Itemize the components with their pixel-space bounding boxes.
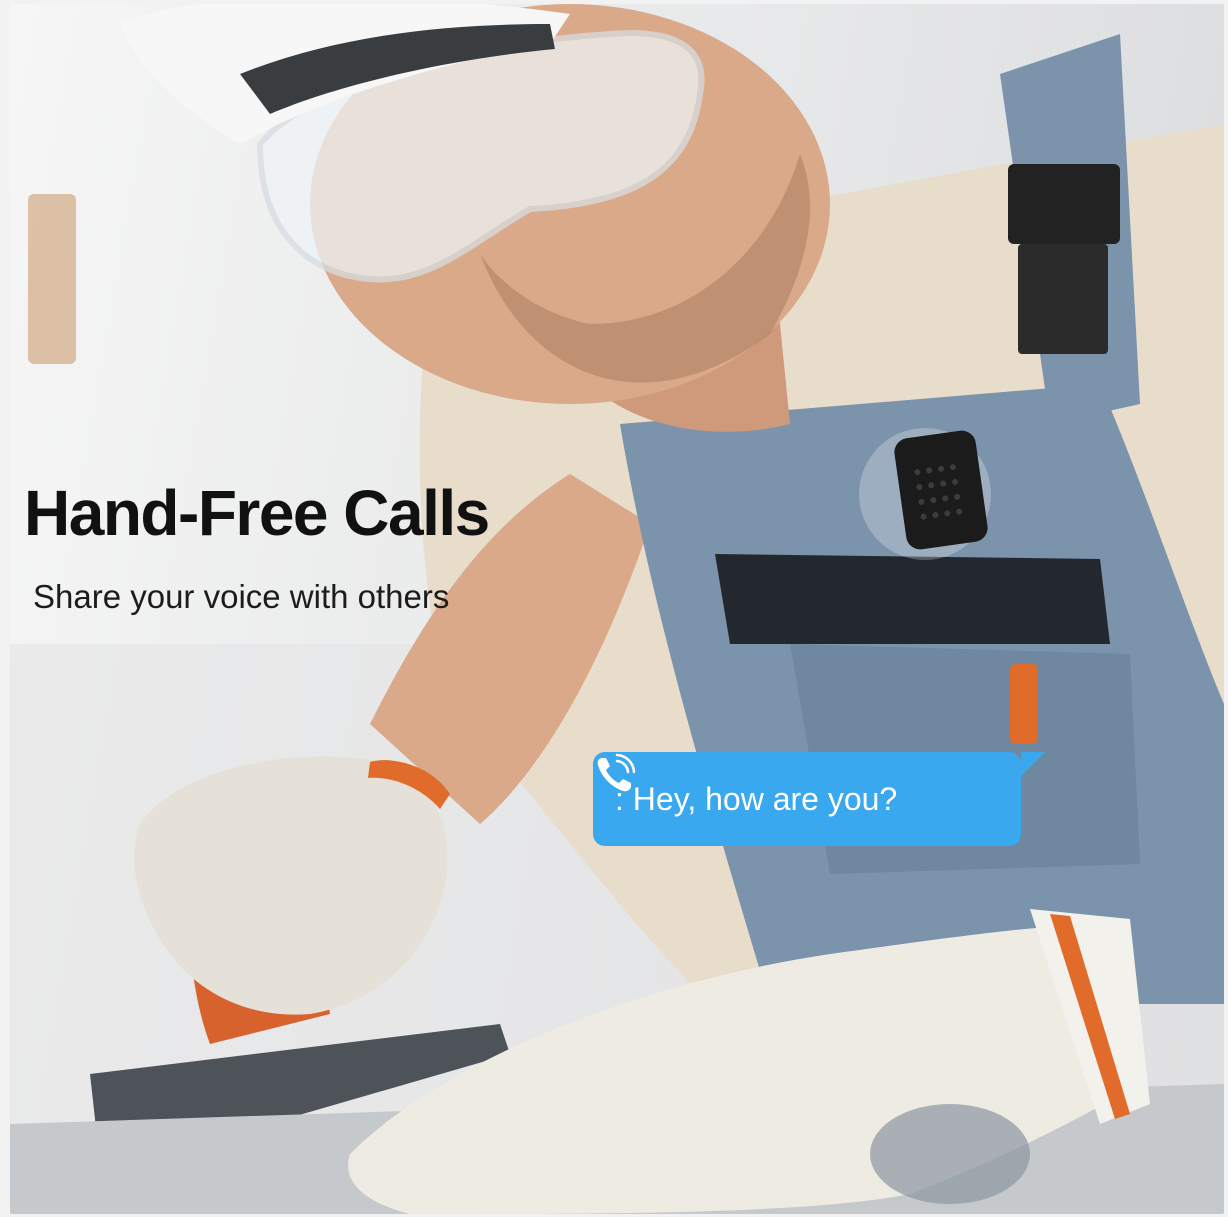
- chat-bubble-tail: [1021, 752, 1045, 776]
- chat-bubble: : Hey, how are you?: [593, 752, 1045, 846]
- glove-grip-dots: [870, 1104, 1030, 1204]
- background-wood-object: [28, 194, 76, 364]
- subheadline: Share your voice with others: [33, 578, 450, 615]
- strap-buckle: [1008, 164, 1120, 244]
- headline: Hand-Free Calls: [24, 477, 490, 549]
- phone-sound-icon: [597, 753, 636, 792]
- orange-tab: [1010, 664, 1038, 744]
- speaker-device: [894, 430, 988, 550]
- strap-clip: [1018, 244, 1108, 354]
- chat-message: : Hey, how are you?: [615, 780, 898, 817]
- apron-pocket: [715, 554, 1110, 644]
- hero-photo: Hand-Free Calls Share your voice with ot…: [10, 4, 1224, 1214]
